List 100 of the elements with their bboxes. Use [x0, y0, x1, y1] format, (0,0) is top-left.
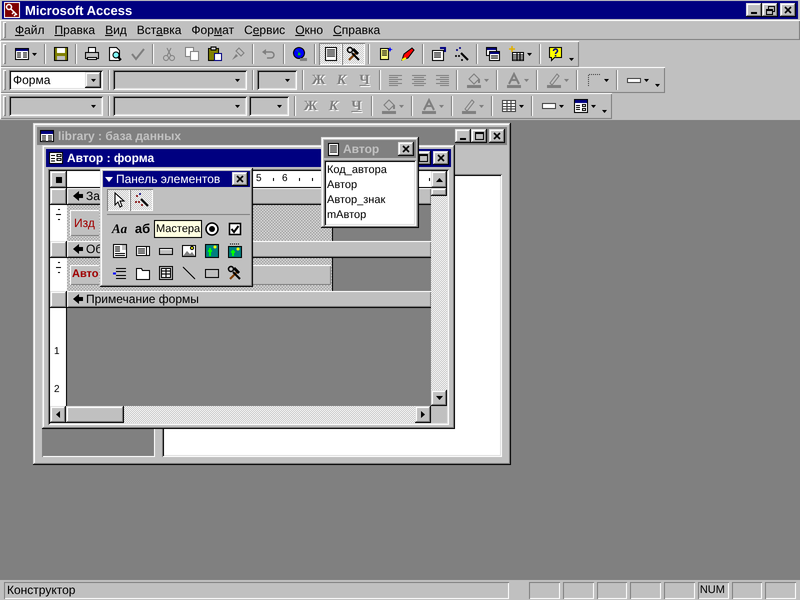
scroll-up-button[interactable]	[431, 171, 447, 188]
help-icon	[548, 46, 564, 62]
maximize-button[interactable]	[471, 129, 487, 143]
toolbar-button[interactable]	[319, 43, 342, 65]
menu-item[interactable]: Справка	[328, 21, 386, 39]
caret-icon	[276, 104, 282, 108]
tool-button[interactable]	[107, 189, 130, 211]
magic-wand-icon	[134, 192, 150, 208]
scissors-icon	[160, 46, 176, 62]
vertical-scrollbar[interactable]	[431, 171, 447, 406]
scroll-right-button[interactable]	[415, 406, 431, 423]
globe-icon	[292, 46, 308, 62]
close-button[interactable]	[780, 3, 796, 17]
caret-icon	[478, 104, 484, 108]
list-icon	[322, 46, 338, 62]
menu-item[interactable]: Вставка	[132, 21, 186, 39]
toolbar-grip[interactable]	[3, 96, 6, 116]
caret-icon	[558, 104, 564, 108]
menu-item[interactable]: Правка	[50, 21, 100, 39]
checkmark-icon	[130, 46, 146, 62]
minimize-button[interactable]	[455, 129, 471, 143]
text-box-control[interactable]: Авто	[70, 264, 99, 284]
combo-box-icon	[112, 243, 128, 259]
field-list-item[interactable]: Автор_знак	[327, 193, 413, 208]
toolbar-button[interactable]	[342, 43, 365, 65]
ruler-mark: 2	[54, 384, 60, 395]
field-list-item[interactable]: Код_автора	[327, 163, 413, 178]
brush-icon	[230, 46, 246, 62]
menu-item[interactable]: Окно	[290, 21, 328, 39]
tool-button[interactable]	[130, 189, 153, 211]
section-marker-icon	[73, 191, 83, 201]
window-title: Панель элементов	[116, 173, 220, 185]
subform-icon	[158, 265, 174, 281]
menu-item[interactable]: Формат	[186, 21, 240, 39]
caret-icon	[90, 104, 96, 108]
text-box-tool-button[interactable]: аб	[131, 218, 154, 240]
close-icon	[437, 154, 445, 162]
restore-button[interactable]	[762, 3, 778, 17]
caret-icon	[655, 84, 660, 87]
caret-icon	[398, 104, 404, 108]
field-list-item[interactable]: Автор	[327, 178, 413, 193]
caret-icon	[569, 58, 574, 61]
section-label: Примечание формы	[86, 293, 199, 305]
close-icon	[784, 6, 792, 14]
field-list-item[interactable]: mАвтор	[327, 208, 413, 223]
list-icon	[326, 142, 340, 156]
close-icon	[493, 132, 501, 140]
toolbar-grip[interactable]	[3, 70, 6, 90]
page-break-icon	[112, 265, 128, 281]
pen-icon	[546, 72, 562, 88]
scroll-left-button[interactable]	[50, 406, 66, 423]
label-control[interactable]: Изд	[70, 210, 99, 236]
paint-bucket-icon	[466, 72, 482, 88]
close-button[interactable]	[232, 172, 248, 186]
section-selector-button[interactable]	[50, 291, 67, 308]
hammer-wrench-icon	[226, 265, 242, 281]
object-frame-icon	[204, 243, 220, 259]
window-icon	[39, 128, 55, 144]
horizontal-scrollbar[interactable]	[50, 406, 431, 423]
scroll-thumb[interactable]	[66, 406, 124, 423]
caret-icon	[590, 104, 596, 108]
caret-icon	[644, 78, 648, 82]
minimize-button[interactable]	[746, 3, 762, 17]
status-indicator: NUM	[698, 582, 729, 598]
line-icon	[180, 265, 196, 281]
status-indicator	[562, 582, 594, 598]
close-button[interactable]	[398, 142, 414, 156]
align-center-icon	[410, 72, 426, 88]
form-selector-button[interactable]	[50, 171, 67, 188]
image-icon	[180, 243, 196, 259]
printer-icon	[84, 46, 100, 62]
list-box-icon	[134, 243, 150, 259]
close-icon	[236, 175, 244, 183]
window-title: library : база данных	[58, 130, 182, 142]
caret-icon	[438, 104, 444, 108]
border-icon	[586, 72, 602, 88]
dropdown-field[interactable]: Форма	[9, 70, 103, 90]
section-label: За	[86, 190, 100, 202]
label-tool-button[interactable]: Aa	[108, 218, 131, 240]
checkbox-icon	[226, 221, 242, 237]
paint-bucket-icon	[380, 98, 396, 114]
caret-icon	[524, 78, 528, 82]
menu-item[interactable]: Файл	[10, 21, 50, 39]
menu-item[interactable]: Вид	[100, 21, 132, 39]
arrow-left-icon	[56, 411, 60, 418]
close-button[interactable]	[433, 151, 449, 165]
toolbar-grip[interactable]	[3, 22, 6, 38]
tooltip: Мастера	[154, 220, 202, 238]
close-button[interactable]	[489, 129, 505, 143]
status-indicator	[630, 582, 662, 598]
page-magnifier-icon	[106, 46, 122, 62]
scroll-down-button[interactable]	[431, 390, 447, 406]
key-icon	[4, 2, 20, 18]
scroll-thumb[interactable]	[431, 188, 447, 196]
section-bar[interactable]: Примечание формы	[67, 291, 431, 308]
section-selector-button[interactable]	[50, 188, 67, 205]
section-selector-button[interactable]	[50, 241, 67, 258]
align-left-icon	[388, 72, 404, 88]
menu-item[interactable]: Сервис	[239, 21, 290, 39]
toolbar-grip[interactable]	[3, 44, 6, 64]
